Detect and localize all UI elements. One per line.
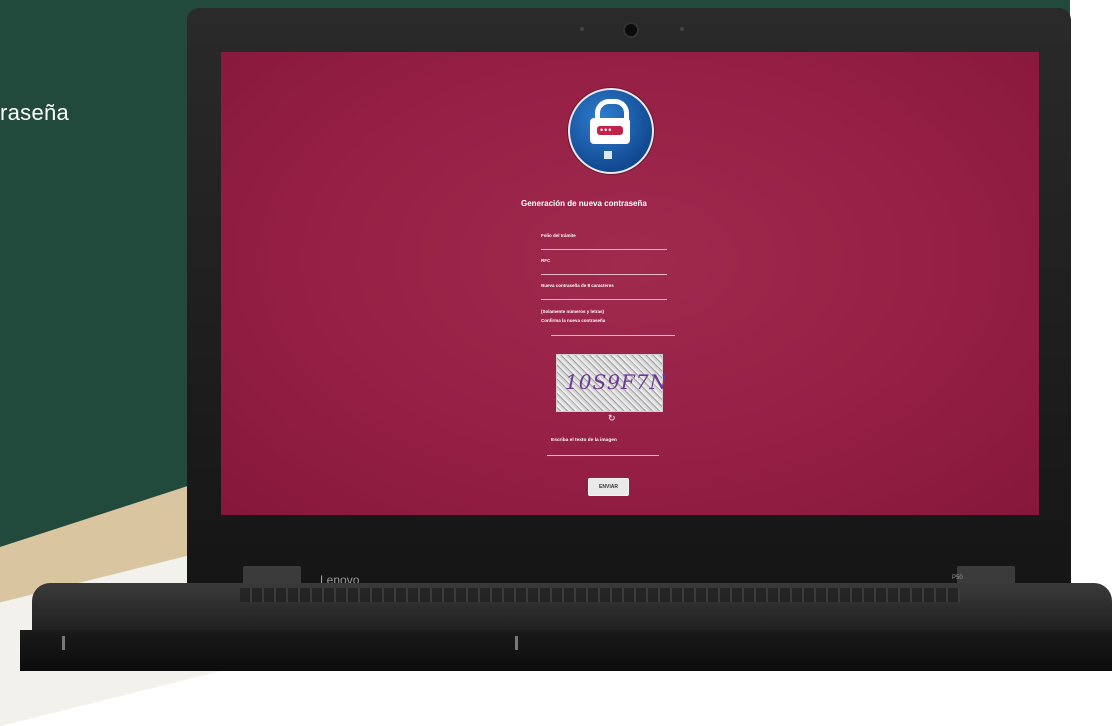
captcha-input[interactable] [547, 455, 659, 456]
laptop-foot [515, 636, 518, 650]
new-password-input[interactable] [541, 299, 667, 300]
side-heading: raseña [0, 100, 70, 125]
captcha-text: 10S9F7N [562, 370, 671, 394]
field-label-rfc: RFC [541, 258, 551, 263]
rfc-input[interactable] [541, 274, 667, 275]
password-dots: ••• [600, 125, 613, 135]
sat-mini-logo [604, 151, 612, 159]
laptop-front-edge [20, 630, 1112, 671]
laptop-screen: ••• Generación de nueva contraseña Folio… [221, 52, 1039, 515]
laptop-foot [62, 636, 65, 650]
sensor-dot [680, 27, 684, 31]
refresh-captcha-icon[interactable]: ↻ [608, 413, 616, 424]
webcam-icon [623, 22, 639, 38]
folio-input[interactable] [541, 249, 667, 250]
keyboard-row [240, 588, 960, 602]
confirm-password-input[interactable] [551, 335, 675, 336]
field-label-new-password: Nueva contraseña de 8 caracteres [541, 283, 614, 288]
submit-button[interactable]: ENVIAR [588, 478, 629, 496]
field-hint-password: (Solamente números y letras) [541, 309, 605, 314]
model-label: P50 [952, 575, 963, 581]
field-label-folio: Folio del trámite [541, 233, 576, 238]
captcha-label: Escriba el texto de la imagen [551, 438, 617, 443]
form-title: Generación de nueva contraseña [521, 199, 647, 208]
sensor-dot [580, 27, 584, 31]
field-label-confirm-password: Confirma la nueva contraseña [541, 318, 606, 323]
